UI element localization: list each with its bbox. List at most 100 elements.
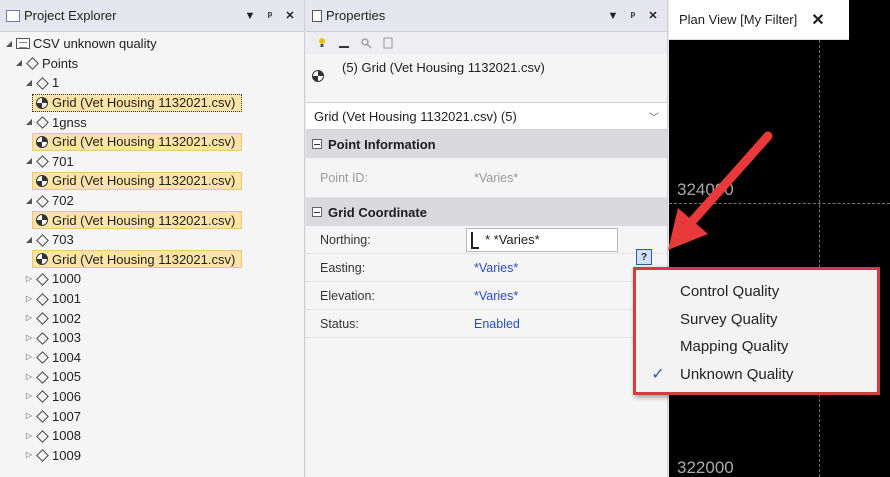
northing-input[interactable]: * *Varies* xyxy=(466,227,618,252)
collapse-icon[interactable]: ◢ xyxy=(24,118,34,126)
expand-icon[interactable]: ▷ xyxy=(24,333,34,342)
menu-item-unknown-quality[interactable]: ✓ Unknown Quality xyxy=(636,361,877,389)
tree-point-node[interactable]: ▷ 1003 xyxy=(0,328,304,348)
tree-point-node[interactable]: ◢ 701 xyxy=(0,152,304,172)
pin-icon[interactable]: ᵖ xyxy=(625,8,641,24)
properties-header: Properties ▼ ᵖ ✕ xyxy=(306,0,667,32)
close-icon[interactable]: ✕ xyxy=(282,8,298,24)
tree-grid-label: Grid (Vet Housing 1132021.csv) xyxy=(52,95,236,111)
grid-item-highlight[interactable]: Grid (Vet Housing 1132021.csv) xyxy=(32,250,243,269)
tree-point-node[interactable]: ◢ 702 xyxy=(0,191,304,211)
tree-point-label: 1007 xyxy=(52,408,81,424)
tree-point-label: 702 xyxy=(52,193,74,209)
grid-point-icon xyxy=(36,96,48,109)
tree-grid-item[interactable]: Grid (Vet Housing 1132021.csv) xyxy=(0,93,304,113)
tree-point-label: 1gnss xyxy=(52,114,87,130)
collapse-icon[interactable]: ◢ xyxy=(24,196,34,205)
tree-grid-item[interactable]: Grid (Vet Housing 1132021.csv) xyxy=(0,171,304,191)
expand-icon[interactable]: ▷ xyxy=(24,274,34,283)
collapse-icon[interactable]: ◢ xyxy=(24,235,34,244)
selected-object-header: (5) Grid (Vet Housing 1132021.csv) xyxy=(306,54,667,102)
expand-icon[interactable]: ▷ xyxy=(24,451,34,459)
collapse-icon[interactable]: ◢ xyxy=(24,78,34,87)
object-selector-dropdown[interactable]: Grid (Vet Housing 1132021.csv) (5) ﹀ xyxy=(306,102,667,130)
point-information-section[interactable]: Point Information xyxy=(306,130,667,158)
red-arrow-callout xyxy=(668,131,773,250)
pin-icon[interactable]: ᵖ xyxy=(262,8,278,24)
quality-menu-items: Control Quality Survey Quality Mapping Qua… xyxy=(636,278,877,388)
tree-point-node[interactable]: ▷ 1002 xyxy=(0,308,304,328)
page-icon[interactable] xyxy=(382,37,394,49)
collapse-section-icon[interactable] xyxy=(312,139,322,149)
tree-grid-label: Grid (Vet Housing 1132021.csv) xyxy=(52,173,236,189)
northing-row: Northing: * *Varies* xyxy=(306,226,667,254)
tree-root[interactable]: ◢ CSV unknown quality xyxy=(0,34,304,54)
properties-toolbar xyxy=(306,32,667,54)
tree-point-node[interactable]: ▷ 1000 xyxy=(0,269,304,289)
selected-object-label: (5) Grid (Vet Housing 1132021.csv) xyxy=(342,60,545,75)
close-icon[interactable]: ✕ xyxy=(645,8,661,24)
tree-point-label: 1006 xyxy=(52,388,81,404)
collapse-icon[interactable]: ◢ xyxy=(4,39,14,48)
grid-point-icon xyxy=(312,70,324,82)
grid-point-icon xyxy=(36,174,48,187)
grid-item-highlight[interactable]: Grid (Vet Housing 1132021.csv) xyxy=(32,93,243,112)
tree-point-node[interactable]: ▷ 1006 xyxy=(0,387,304,407)
northing-value: * *Varies* xyxy=(485,232,540,247)
expand-icon[interactable]: ▷ xyxy=(24,431,34,440)
status-row: Status: Enabled xyxy=(306,310,667,338)
menu-item-label: Survey Quality xyxy=(680,310,778,328)
collapse-icon[interactable]: ◢ xyxy=(14,59,24,67)
close-icon[interactable]: ✕ xyxy=(811,10,824,30)
expand-icon[interactable]: ▷ xyxy=(24,353,34,361)
tree-grid-item[interactable]: Grid (Vet Housing 1132021.csv) xyxy=(0,250,304,270)
tree-point-node[interactable]: ▷ 1009 xyxy=(0,445,304,465)
grid-coordinate-section[interactable]: Grid Coordinate xyxy=(306,198,667,226)
tree-points-node[interactable]: ◢ Points xyxy=(0,54,304,74)
tree-point-label: 703 xyxy=(52,232,74,248)
tab-plan-view[interactable]: Plan View [My Filter] ✕ xyxy=(669,0,849,40)
tree-point-node[interactable]: ▷ 1004 xyxy=(0,348,304,368)
point-icon xyxy=(36,430,48,442)
tree-points-label: Points xyxy=(42,55,79,71)
collapse-section-icon[interactable] xyxy=(312,207,322,217)
dropdown-icon[interactable]: ▼ xyxy=(605,8,621,24)
minus-icon[interactable] xyxy=(338,37,350,49)
tree-grid-item[interactable]: Grid (Vet Housing 1132021.csv) xyxy=(0,210,304,230)
expand-icon[interactable]: ▷ xyxy=(24,294,34,303)
tree-point-node[interactable]: ◢ 703 xyxy=(0,230,304,250)
collapse-icon[interactable]: ◢ xyxy=(24,157,34,165)
tree-point-node[interactable]: ◢ 1gnss xyxy=(0,112,304,132)
lightbulb-icon[interactable] xyxy=(316,37,328,49)
project-explorer-pane: Project Explorer ▼ ᵖ ✕ ◢ CSV unknown qua… xyxy=(0,0,305,477)
tree-point-node[interactable]: ◢ 1 xyxy=(0,73,304,93)
grid-coordinate-title: Grid Coordinate xyxy=(328,204,427,220)
tree-point-node[interactable]: ▷ 1008 xyxy=(0,426,304,446)
tree-point-node[interactable]: ▷ 1005 xyxy=(0,367,304,387)
easting-row: Easting: *Varies* xyxy=(306,254,667,282)
expand-icon[interactable]: ▷ xyxy=(24,314,34,322)
grid-line-vertical xyxy=(819,40,820,477)
tree-grid-item[interactable]: Grid (Vet Housing 1132021.csv) xyxy=(0,132,304,152)
grid-coordinate-label-bottom: 322000 xyxy=(677,458,734,477)
expand-icon[interactable]: ▷ xyxy=(24,372,34,381)
expand-icon[interactable]: ▷ xyxy=(24,392,34,400)
tree-point-label: 1005 xyxy=(52,369,81,385)
point-icon xyxy=(36,371,48,383)
point-icon xyxy=(36,293,48,305)
search-settings-icon[interactable] xyxy=(360,37,372,49)
menu-item-control-quality[interactable]: Control Quality xyxy=(636,278,877,306)
tree-point-node[interactable]: ▷ 1007 xyxy=(0,406,304,426)
expand-icon[interactable]: ▷ xyxy=(24,412,34,420)
grid-point-icon xyxy=(36,214,48,227)
dropdown-icon[interactable]: ▼ xyxy=(242,8,258,24)
grid-item-highlight[interactable]: Grid (Vet Housing 1132021.csv) xyxy=(32,132,243,151)
menu-item-mapping-quality[interactable]: Mapping Quality xyxy=(636,333,877,361)
properties-title: Properties xyxy=(326,8,386,23)
tree-point-node[interactable]: ▷ 1001 xyxy=(0,289,304,309)
grid-item-highlight[interactable]: Grid (Vet Housing 1132021.csv) xyxy=(32,171,243,190)
tree-grid-label: Grid (Vet Housing 1132021.csv) xyxy=(52,251,236,267)
point-icon xyxy=(36,312,48,324)
menu-item-survey-quality[interactable]: Survey Quality xyxy=(636,306,877,334)
grid-item-highlight[interactable]: Grid (Vet Housing 1132021.csv) xyxy=(32,211,243,230)
